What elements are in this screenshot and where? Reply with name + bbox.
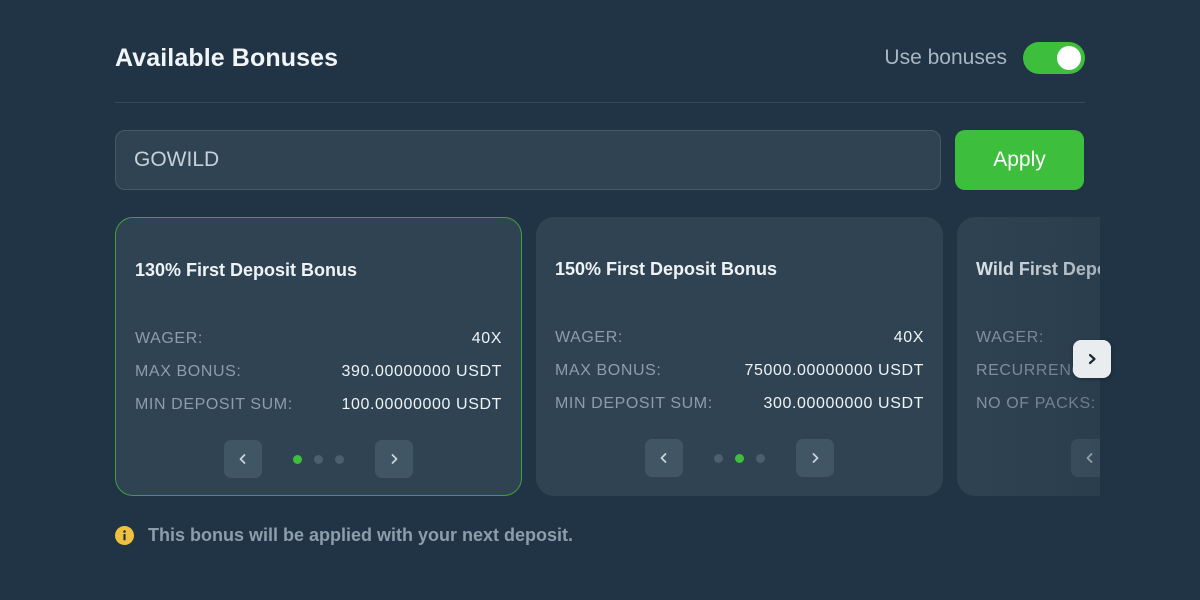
prev-button[interactable] bbox=[224, 440, 262, 478]
chevron-left-icon bbox=[1086, 453, 1093, 463]
bonus-card-title: 130% First Deposit Bonus bbox=[135, 260, 358, 280]
pager-dots bbox=[714, 453, 765, 463]
row-value: 40X bbox=[471, 330, 502, 347]
chevron-right-icon bbox=[391, 454, 398, 464]
carousel-next-button[interactable] bbox=[1073, 340, 1111, 378]
row-value: 100.00000000 USDT bbox=[341, 396, 502, 413]
use-bonuses-control: Use bonuses bbox=[884, 42, 1085, 74]
chevron-left-icon bbox=[239, 454, 246, 464]
pager-dots bbox=[293, 454, 344, 464]
chevron-left-icon bbox=[660, 453, 667, 463]
bonus-card-title: Wild First Depo bbox=[976, 259, 1100, 279]
pager-dot[interactable] bbox=[314, 454, 323, 464]
wager-row: WAGER: 40X bbox=[555, 329, 924, 347]
row-label: MIN DEPOSIT SUM: bbox=[135, 396, 293, 413]
row-label: MAX BONUS: bbox=[135, 363, 242, 380]
row-value: 40X bbox=[893, 329, 924, 346]
card-pager bbox=[536, 439, 943, 477]
prev-button[interactable] bbox=[1071, 439, 1100, 477]
next-button[interactable] bbox=[796, 439, 834, 477]
bonus-card-150[interactable]: 150% First Deposit Bonus WAGER: 40X MAX … bbox=[536, 217, 943, 496]
use-bonuses-toggle[interactable] bbox=[1023, 42, 1085, 74]
card-pager bbox=[116, 440, 521, 478]
row-label: MAX BONUS: bbox=[555, 362, 662, 379]
next-button[interactable] bbox=[375, 440, 413, 478]
row-label: WAGER: bbox=[135, 330, 203, 347]
bonus-card-title: 150% First Deposit Bonus bbox=[555, 259, 778, 279]
apply-button[interactable]: Apply bbox=[955, 130, 1084, 190]
pager-dot[interactable] bbox=[735, 453, 744, 463]
use-bonuses-label: Use bonuses bbox=[884, 46, 1007, 69]
row-value: 300.00000000 USDT bbox=[763, 395, 924, 412]
chevron-right-icon bbox=[812, 453, 819, 463]
pager-dot[interactable] bbox=[293, 454, 302, 464]
deposit-note: This bonus will be applied with your nex… bbox=[115, 525, 573, 546]
min-deposit-row: MIN DEPOSIT SUM: 100.00000000 USDT bbox=[135, 396, 502, 414]
pager-dot[interactable] bbox=[335, 454, 344, 464]
bonus-card-130[interactable]: 130% First Deposit Bonus WAGER: 40X MAX … bbox=[115, 217, 522, 496]
row-label: WAGER: bbox=[555, 329, 623, 346]
pager-dot[interactable] bbox=[714, 453, 723, 463]
card-pager bbox=[957, 439, 1100, 477]
header-divider bbox=[115, 102, 1085, 103]
max-bonus-row: MAX BONUS: 390.00000000 USDT bbox=[135, 363, 502, 381]
chevron-right-icon bbox=[1088, 353, 1096, 365]
promo-code-input[interactable] bbox=[115, 130, 941, 190]
deposit-note-text: This bonus will be applied with your nex… bbox=[148, 525, 574, 545]
prev-button[interactable] bbox=[645, 439, 683, 477]
row-value: 75000.00000000 USDT bbox=[744, 362, 924, 379]
bonus-carousel: 130% First Deposit Bonus WAGER: 40X MAX … bbox=[115, 217, 1100, 497]
info-icon bbox=[115, 526, 134, 545]
page-title: Available Bonuses bbox=[115, 44, 339, 72]
row-label: MIN DEPOSIT SUM: bbox=[555, 395, 713, 412]
row-value: 390.00000000 USDT bbox=[341, 363, 502, 380]
max-bonus-row: MAX BONUS: 75000.00000000 USDT bbox=[555, 362, 924, 380]
pager-dot[interactable] bbox=[756, 453, 765, 463]
wager-row: WAGER: 40X bbox=[135, 330, 502, 348]
packs-row: NO OF PACKS: bbox=[976, 395, 1100, 413]
row-label: NO OF PACKS: bbox=[976, 395, 1096, 412]
min-deposit-row: MIN DEPOSIT SUM: 300.00000000 USDT bbox=[555, 395, 924, 413]
row-label: WAGER: bbox=[976, 329, 1044, 346]
toggle-knob bbox=[1057, 46, 1081, 70]
